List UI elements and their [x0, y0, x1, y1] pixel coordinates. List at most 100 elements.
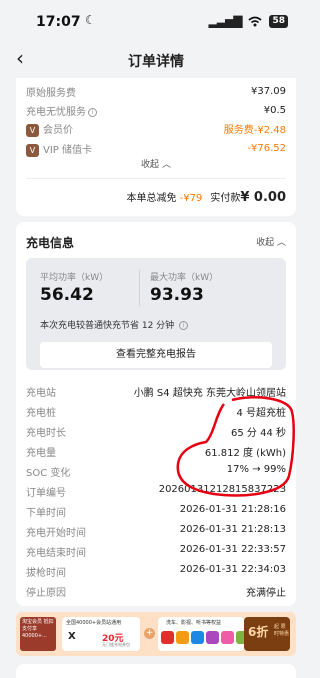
fee-row-vip-card: V VIP 储值卡 -¥76.52	[26, 141, 286, 157]
detail-label: 充电结束时间	[26, 548, 86, 559]
view-report-button[interactable]: 查看完整充电报告	[40, 342, 272, 368]
fee-summary-card: 原始服务费 ¥37.09 充电无忧服务 i ¥0.5 V 会员价 服务费-¥2.48…	[16, 78, 296, 216]
avg-power-value: 56.42	[40, 285, 94, 305]
coupon-subtitle: 无门槛充电券包	[102, 642, 130, 647]
detail-value: 2026-01-31 21:28:13	[179, 524, 286, 535]
detail-row: 拔枪时间 2026-01-31 22:34:03	[26, 564, 286, 579]
detail-row: 充电桩 4 号超充桩	[26, 404, 286, 419]
discount-small: 起 限时特惠	[274, 624, 290, 637]
fees-collapse-toggle[interactable]: 收起 ︿	[16, 157, 296, 170]
detail-value: 2026013121281583722З	[158, 484, 286, 495]
collapse-label: 收起	[256, 238, 275, 248]
discount-value: -¥79	[179, 193, 203, 204]
detail-label: 充电时长	[26, 428, 66, 439]
detail-label: 充电开始时间	[26, 528, 86, 539]
detail-row: 下单时间 2026-01-31 21:28:16	[26, 504, 286, 519]
detail-label: 充电桩	[26, 408, 56, 419]
app-icon	[176, 631, 189, 644]
detail-row: 停止原因 充满停止	[26, 584, 286, 599]
detail-label: 下单时间	[26, 508, 66, 519]
discount-badge[interactable]: 6折 起 限时特惠	[244, 617, 290, 651]
status-time: 17:07	[36, 14, 81, 30]
fee-row-worry-free: 充电无忧服务 i ¥0.5	[26, 103, 286, 118]
detail-value: 2026-01-31 22:33:57	[179, 544, 286, 555]
fee-label: 原始服务费	[26, 88, 76, 99]
chevron-up-icon: ︿	[161, 160, 171, 170]
fee-value: ¥37.09	[251, 86, 286, 97]
fee-label: 充电无忧服务	[26, 107, 86, 118]
detail-row: 充电结束时间 2026-01-31 22:33:57	[26, 544, 286, 559]
app-icon	[206, 631, 219, 644]
benefits-title: 洗车、影视、听书等权益	[166, 620, 222, 626]
brand-logo-icon: X	[68, 631, 76, 642]
promo-banner[interactable]: 淘宝会员 抵扣支付享40000+... 全国40000+会员站通用 X 20元 …	[16, 612, 296, 656]
fee-label: VIP 储值卡	[43, 145, 92, 156]
page-title: 订单详情	[128, 54, 184, 70]
detail-label: 充电量	[26, 448, 56, 459]
vip-badge-icon: V	[26, 123, 39, 137]
detail-row: SOC 变化 17% → 99%	[26, 464, 286, 479]
detail-value: 4 号超充桩	[236, 408, 286, 419]
detail-value: 2026-01-31 22:34:03	[179, 564, 286, 575]
detail-label: 充电站	[26, 388, 56, 399]
nav-bar: ‹ 订单详情	[0, 42, 312, 78]
plus-icon: +	[144, 628, 155, 639]
discount-label: 本单总减免	[126, 193, 177, 204]
next-card	[16, 664, 296, 678]
app-icon	[161, 631, 174, 644]
detail-row: 充电开始时间 2026-01-31 21:28:13	[26, 524, 286, 539]
vip-badge-icon: V	[26, 143, 39, 157]
benefits-card[interactable]: 洗车、影视、听书等权益	[158, 617, 249, 651]
power-summary-box: 平均功率（kW） 56.42 最大功率（kW） 93.93 本次充电较普通快充节…	[26, 258, 286, 370]
detail-value: 17% → 99%	[226, 464, 286, 475]
discount-big: 6折	[248, 625, 269, 639]
note-text: 本次充电较普通快充节省 12 分钟	[40, 321, 175, 331]
avg-power-label: 平均功率（kW）	[40, 273, 109, 283]
app-icon	[221, 631, 234, 644]
total-summary: 本单总减免 -¥79 实付款¥ 0.00	[126, 189, 286, 205]
detail-row: 充电量 61.812 度 (kWh)	[26, 444, 286, 459]
fee-row-original: 原始服务费 ¥37.09	[26, 84, 286, 99]
detail-row: 充电时长 65 分 44 秒	[26, 424, 286, 439]
divider	[139, 270, 140, 306]
fee-row-member: V 会员价 服务费-¥2.48	[26, 121, 286, 137]
detail-value: 充满停止	[246, 588, 286, 599]
charge-collapse-toggle[interactable]: 收起 ︿	[256, 235, 286, 248]
banner-tag: 淘宝会员 抵扣支付享40000+...	[20, 617, 56, 651]
wifi-icon	[248, 16, 263, 26]
paid-value: ¥ 0.00	[240, 190, 286, 205]
detail-row: 订单编号 2026013121281583722З	[26, 484, 286, 499]
moon-icon: ☾	[85, 13, 96, 27]
status-bar: 17:07 ☾ ▂▃▅▇ 58	[0, 0, 312, 42]
detail-row: 充电站 小鹏 S4 超快充 东莞大岭山领居站	[26, 384, 286, 399]
detail-label: SOC 变化	[26, 468, 71, 479]
detail-label: 拔枪时间	[26, 568, 66, 579]
max-power-value: 93.93	[150, 285, 204, 305]
charge-info-card: 充电信息 收起 ︿ 平均功率（kW） 56.42 最大功率（kW） 93.93 …	[16, 222, 296, 606]
detail-label: 订单编号	[26, 488, 66, 499]
fee-label: 会员价	[43, 125, 73, 136]
detail-value: 2026-01-31 21:28:16	[179, 504, 286, 515]
chevron-up-icon: ︿	[276, 238, 286, 248]
battery-indicator: 58	[269, 14, 288, 28]
info-icon[interactable]: i	[88, 107, 97, 117]
detail-label: 停止原因	[26, 588, 66, 599]
collapse-label: 收起	[141, 160, 160, 170]
signal-icon: ▂▃▅▇	[208, 14, 243, 28]
detail-value: 小鹏 S4 超快充 东莞大岭山领居站	[133, 388, 286, 399]
fee-value: -¥76.52	[247, 143, 286, 155]
detail-value: 65 分 44 秒	[231, 428, 286, 439]
coupon-card[interactable]: 全国40000+会员站通用 X 20元 无门槛充电券包	[62, 617, 140, 651]
divider	[26, 178, 286, 179]
time-saved-note: 本次充电较普通快充节省 12 分钟 i	[40, 318, 189, 331]
max-power-label: 最大功率（kW）	[150, 273, 219, 283]
detail-value: 61.812 度 (kWh)	[204, 448, 286, 459]
status-icons: ▂▃▅▇ 58	[209, 14, 288, 28]
fee-value: ¥0.5	[263, 105, 286, 116]
fee-value: 服务费-¥2.48	[223, 125, 286, 137]
paid-label: 实付款	[210, 193, 241, 204]
section-title: 充电信息	[26, 236, 75, 250]
coupon-title: 全国40000+会员站通用	[66, 620, 122, 626]
app-icon	[191, 631, 204, 644]
info-icon[interactable]: i	[179, 321, 189, 330]
